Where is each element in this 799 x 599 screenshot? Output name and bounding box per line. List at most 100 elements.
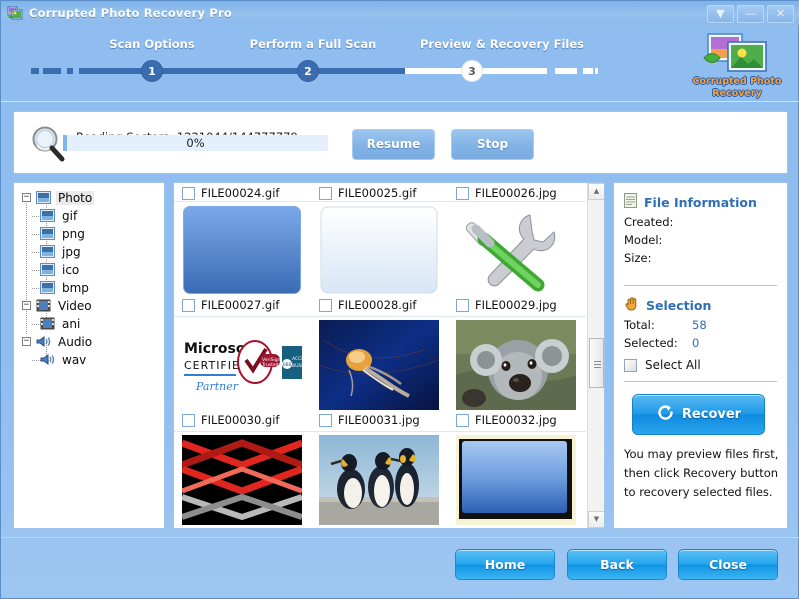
file-item[interactable]: FILE00035.png [448,435,585,530]
close-window-button[interactable]: ✕ [767,5,794,23]
select-all-checkbox[interactable] [624,358,637,372]
step-node-1[interactable]: 1 [141,60,163,82]
file-item[interactable]: Microsoft CERTIFIED Partner VeriSign Tru… [174,320,311,430]
file-item[interactable]: FILE00032.jpg [448,320,585,430]
file-item[interactable]: FILE00027.gif [174,205,311,315]
file-checkbox[interactable] [456,529,469,530]
expander-audio[interactable]: − [20,333,36,351]
info-divider-2 [624,381,777,382]
tree-label-gif: gif [62,209,78,223]
file-checkbox[interactable] [456,413,469,427]
close-button[interactable]: Close [678,549,778,580]
tree-item-video[interactable]: − Video [20,297,164,315]
tree-item-gif[interactable]: gif [20,207,164,225]
tree-item-jpg[interactable]: jpg [20,243,164,261]
file-thumbnail-grid[interactable]: FILE00024.gif FILE00025.gif FILE00026.jp… [173,182,605,529]
back-button[interactable]: Back [567,549,667,580]
file-checkbox[interactable] [319,298,332,312]
info-key: Size: [624,251,652,265]
selection-title: Selection [646,297,712,313]
info-field-size: Size: [614,247,787,265]
file-checkbox[interactable] [182,529,195,530]
grid-vertical-scrollbar[interactable]: ▲ ▼ [587,183,604,528]
file-checkbox[interactable] [319,186,332,200]
file-item[interactable]: FILE00026.jpg [448,183,585,203]
expander-video[interactable]: − [20,297,36,315]
tree-label-wav: wav [62,353,87,367]
file-checkbox[interactable] [182,186,195,200]
select-all-row[interactable]: Select All [614,350,787,372]
expander-photo[interactable]: − [20,189,36,207]
file-checkbox[interactable] [319,413,332,427]
speaker-icon [36,335,52,349]
file-name: FILE00028.gif [338,298,417,312]
image-file-icon [40,281,56,295]
thumbnail-blue-gradient-rectangle[interactable] [456,435,576,525]
tree-item-photo[interactable]: − Photo [20,189,164,207]
tree-item-png[interactable]: png [20,225,164,243]
window-title: Corrupted Photo Recovery Pro [29,6,232,20]
scrollbar-thumb[interactable] [589,338,604,388]
step-node-2[interactable]: 2 [297,60,319,82]
step-label-1: Scan Options [109,37,195,51]
file-checkbox[interactable] [319,529,332,530]
file-item[interactable]: FILE00029.jpg [448,205,585,315]
file-name: FILE00024.gif [201,186,280,200]
thumbnail-jellyfish-photo[interactable] [319,320,439,410]
file-name: FILE00032.jpg [475,413,557,427]
minimize-button[interactable]: — [737,5,764,23]
footer-divider [1,537,799,538]
file-checkbox[interactable] [456,298,469,312]
file-item[interactable]: FILE00033.png [174,435,311,530]
selection-value: 58 [692,318,707,332]
refresh-circle-icon [656,403,675,426]
scan-progress-bar: 0% [63,135,328,151]
thumbnail-white-rounded-gradient[interactable] [319,205,439,295]
image-file-icon [40,227,56,241]
scroll-down-button[interactable]: ▼ [588,511,604,528]
tree-label-ani: ani [62,317,81,331]
tree-label-bmp: bmp [62,281,89,295]
tree-item-audio[interactable]: − Audio [20,333,164,351]
svg-text:BBB: BBB [283,362,291,367]
thumbnail-penguins-photo[interactable] [319,435,439,525]
tree-item-ico[interactable]: ico [20,261,164,279]
resume-button[interactable]: Resume [352,129,435,160]
selection-key: Total: [624,318,655,332]
home-button[interactable]: Home [455,549,555,580]
file-name: FILE00026.jpg [475,186,557,200]
file-item[interactable]: FILE00025.gif [311,183,448,203]
stop-button[interactable]: Stop [451,129,534,160]
file-checkbox[interactable] [182,413,195,427]
tree-label-png: png [62,227,85,241]
file-item[interactable]: FILE00031.jpg [311,320,448,430]
hand-pointer-icon [624,296,639,314]
header-divider [1,101,799,102]
tree-item-ani[interactable]: ani [20,315,164,333]
tree-item-wav[interactable]: wav [20,351,164,369]
thumbnail-blue-rounded-gradient[interactable] [182,205,302,295]
application-window: Corrupted Photo Recovery Pro ▼ — ✕ Scan … [0,0,799,599]
scroll-up-button[interactable]: ▲ [588,183,604,200]
file-information-title: File Information [644,194,757,210]
svg-text:Partner: Partner [195,380,239,393]
tree-item-bmp[interactable]: bmp [20,279,164,297]
thumbnail-microsoft-certified-partner-logo[interactable]: Microsoft CERTIFIED Partner VeriSign Tru… [182,320,302,410]
file-item[interactable]: FILE00028.gif [311,205,448,315]
file-item[interactable]: FILE00034.jpg [311,435,448,530]
menu-button[interactable]: ▼ [707,5,734,23]
thumbnail-koala-photo[interactable] [456,320,576,410]
thumbnail-tools-screwdriver-wrench[interactable] [456,205,576,295]
info-key: Created: [624,215,674,229]
info-field-model: Model: [614,229,787,247]
image-file-icon [40,263,56,277]
file-name: FILE00030.gif [201,413,280,427]
thumbnail-red-gray-zigzag-pattern[interactable] [182,435,302,525]
file-name: FILE00027.gif [201,298,280,312]
film-icon [40,317,56,331]
file-checkbox[interactable] [456,186,469,200]
file-checkbox[interactable] [182,298,195,312]
step-node-3[interactable]: 3 [461,60,483,82]
file-item[interactable]: FILE00024.gif [174,183,311,203]
recover-button[interactable]: Recover [632,394,765,435]
